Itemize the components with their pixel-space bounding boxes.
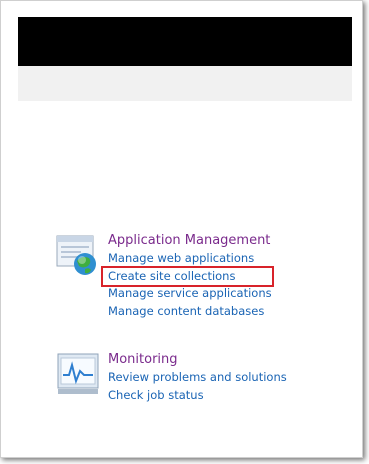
subheader-bar <box>18 66 352 101</box>
link-check-job-status[interactable]: Check job status <box>108 387 287 405</box>
link-manage-content-databases[interactable]: Manage content databases <box>108 303 272 321</box>
section-monitoring: Monitoring Review problems and solutions… <box>55 351 287 404</box>
section-title[interactable]: Monitoring <box>108 351 287 369</box>
monitoring-icon <box>55 351 103 399</box>
section-title[interactable]: Application Management <box>108 232 272 250</box>
link-manage-service-applications[interactable]: Manage service applications <box>108 285 272 303</box>
window-frame: Application Management Manage web applic… <box>0 0 363 458</box>
link-review-problems-and-solutions[interactable]: Review problems and solutions <box>108 369 287 387</box>
section-application-management: Application Management Manage web applic… <box>55 232 274 321</box>
link-create-site-collections[interactable]: Create site collections <box>101 265 274 287</box>
application-management-icon <box>55 232 103 280</box>
link-manage-web-applications[interactable]: Manage web applications <box>108 250 272 268</box>
header-bar <box>18 17 352 66</box>
